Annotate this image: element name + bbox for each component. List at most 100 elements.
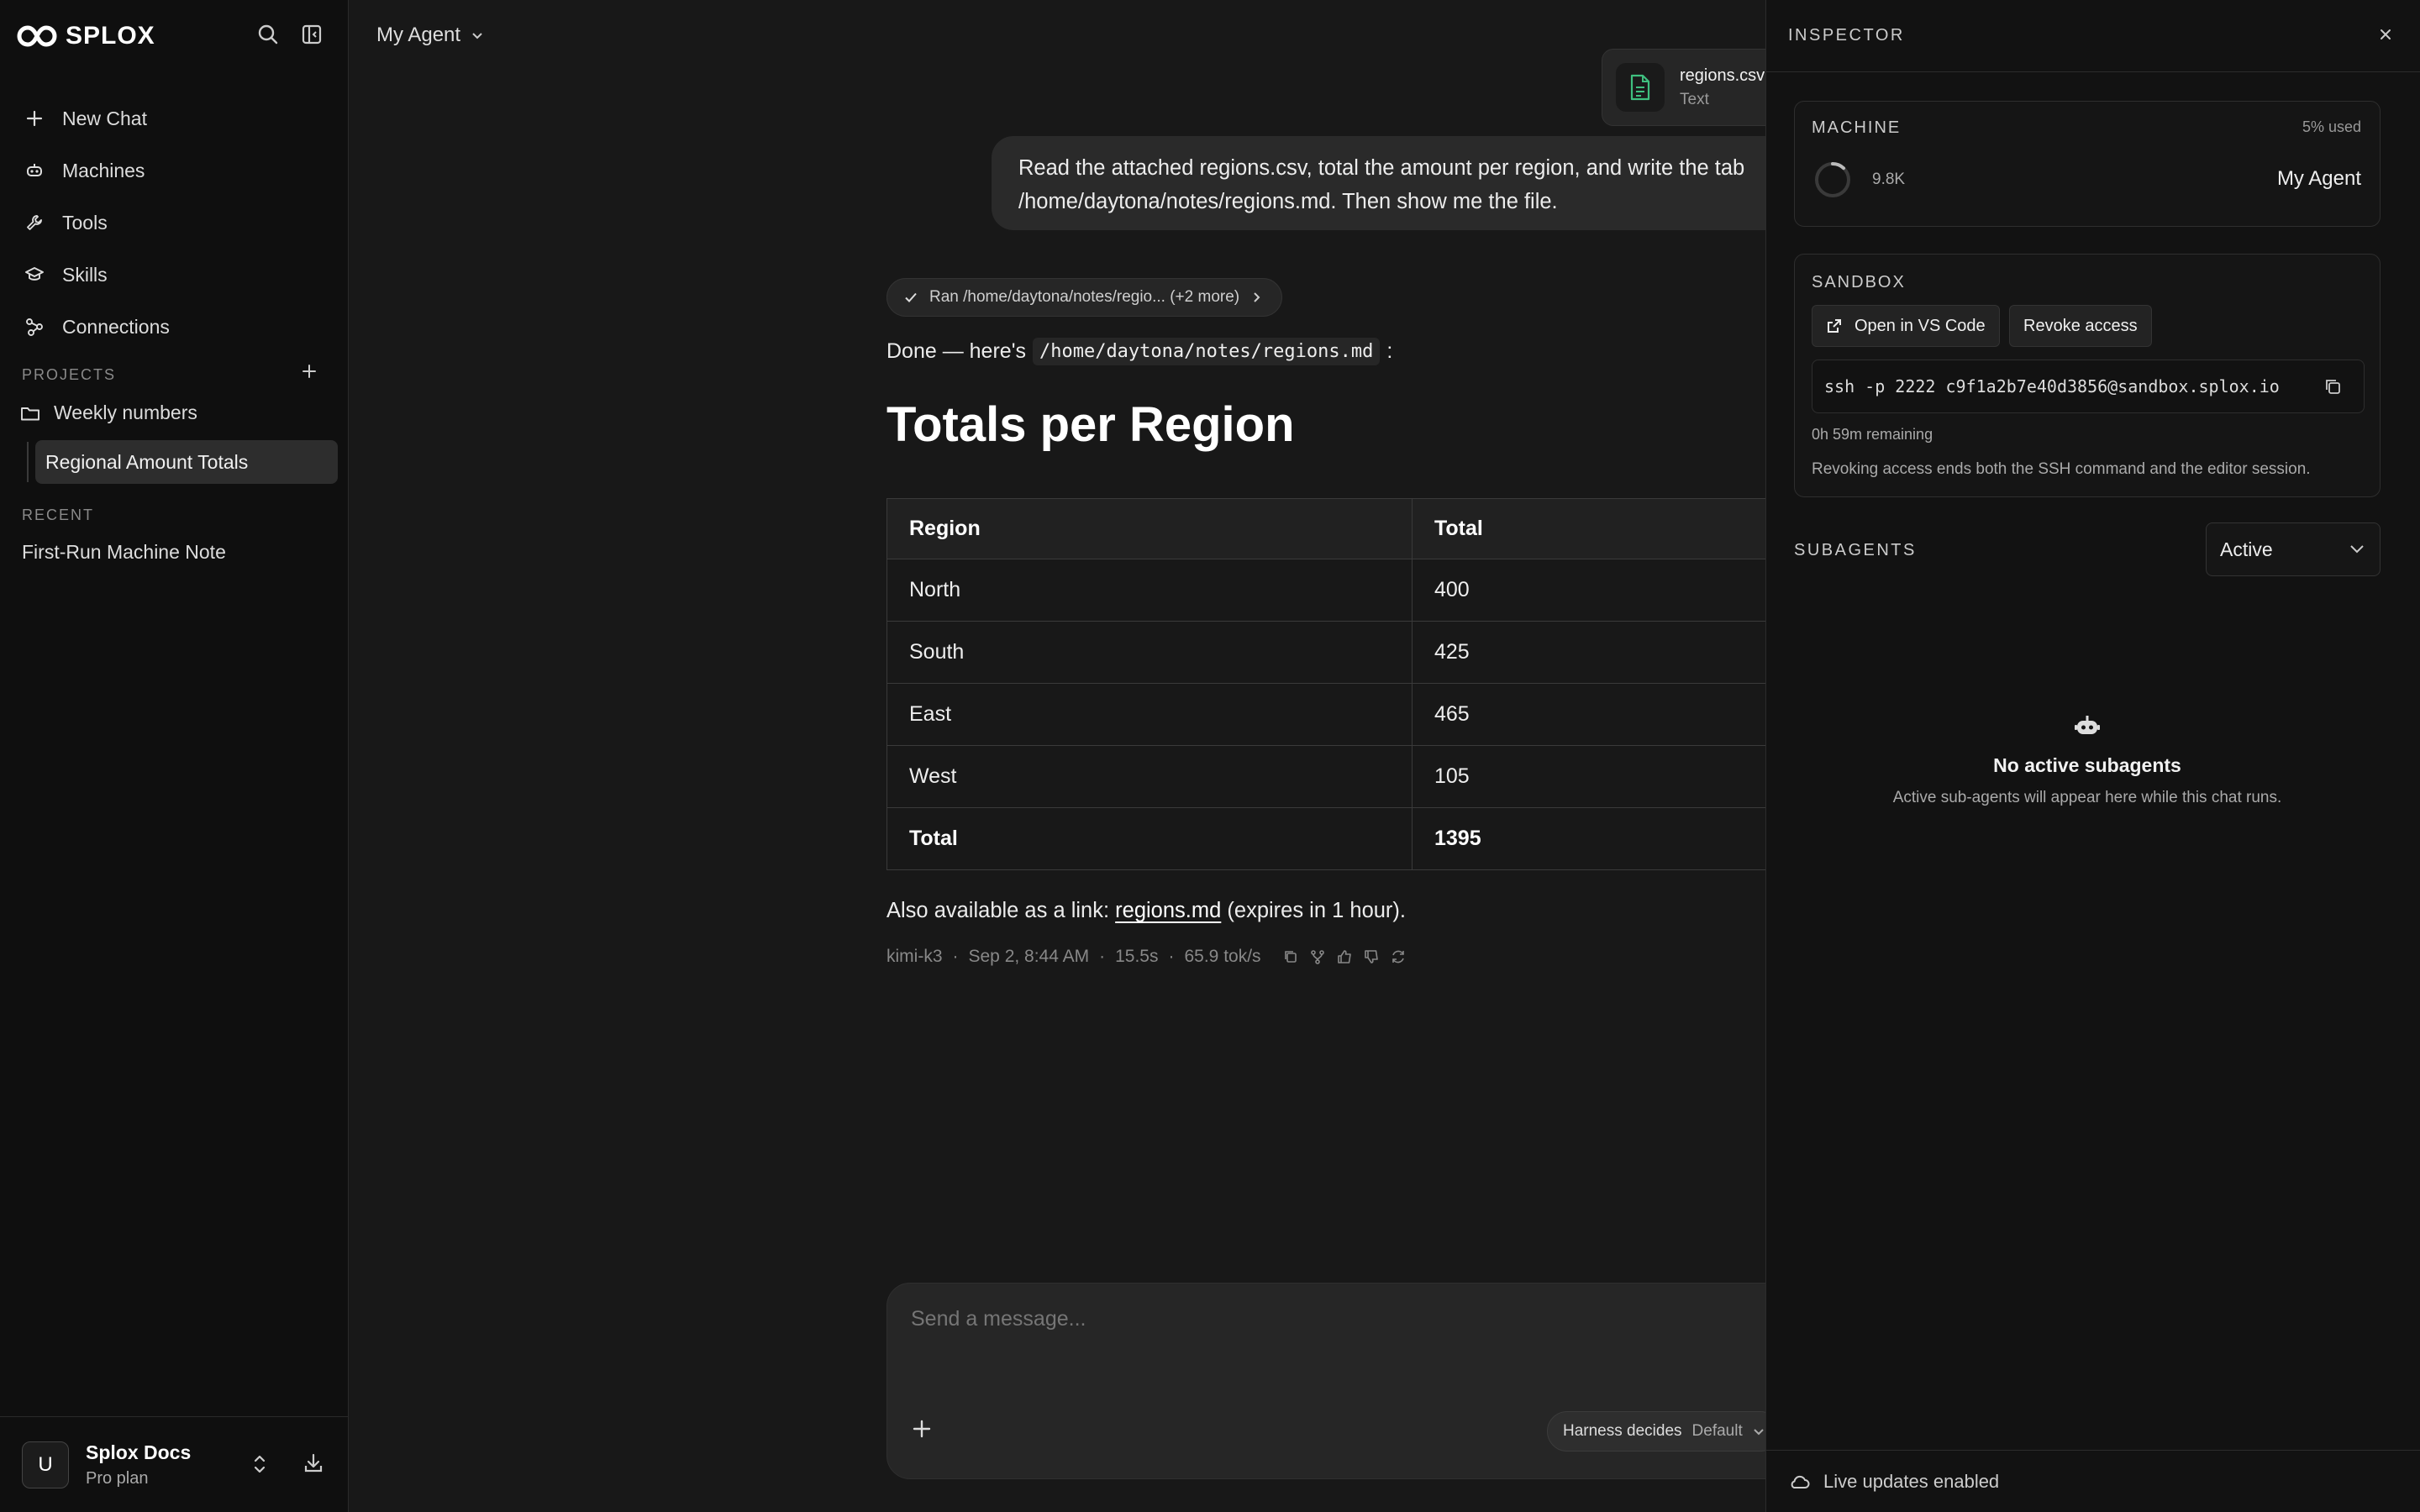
recent-chat-item[interactable]: First-Run Machine Note <box>22 541 226 564</box>
table-cell: Total <box>886 807 1413 870</box>
sidebar-item-machines[interactable]: Machines <box>0 144 349 197</box>
table-row: North 400 <box>886 559 1765 622</box>
message-meta: kimi-k3 · Sep 2, 8:44 AM · 15.5s · 65.9 … <box>886 947 1406 967</box>
copy-icon[interactable] <box>2323 377 2342 396</box>
table-cell: North <box>886 559 1413 622</box>
revoke-access-button[interactable]: Revoke access <box>2009 305 2152 347</box>
add-project-icon[interactable] <box>301 363 318 380</box>
chevron-up-down-icon[interactable] <box>251 1452 268 1476</box>
plus-icon <box>25 109 44 128</box>
sidebar-item-tools[interactable]: Tools <box>0 197 349 249</box>
intro-suffix: : <box>1386 339 1393 363</box>
open-vscode-label: Open in VS Code <box>1854 316 1986 335</box>
inline-code-path: /home/daytona/notes/regions.md <box>1032 338 1381 365</box>
download-icon[interactable] <box>303 1452 324 1476</box>
column-header: Total <box>1412 498 1765 559</box>
folder-icon <box>20 404 40 423</box>
empty-state-subtitle: Active sub-agents will appear here while… <box>1892 789 2282 806</box>
open-vscode-button[interactable]: Open in VS Code <box>1812 305 2000 347</box>
file-text-icon <box>1616 63 1665 112</box>
tree-line <box>27 442 29 482</box>
table-row: South 425 <box>886 621 1765 684</box>
add-attachment-icon[interactable] <box>911 1418 933 1440</box>
tool-run-pill[interactable]: Ran /home/daytona/notes/regio... (+2 mor… <box>886 278 1283 317</box>
project-chat-item[interactable]: Regional Amount Totals <box>35 440 338 484</box>
sidebar-item-label: New Chat <box>62 107 147 129</box>
chevron-right-icon <box>1251 291 1261 303</box>
table-cell: 425 <box>1412 621 1765 684</box>
live-updates-label: Live updates enabled <box>1823 1470 2000 1492</box>
file-link[interactable]: regions.md <box>1115 899 1221 922</box>
user-message-line: Read the attached regions.csv, total the… <box>1018 156 1745 180</box>
sidebar-item-new-chat[interactable]: New Chat <box>0 92 349 144</box>
thumbs-up-icon[interactable] <box>1337 949 1352 964</box>
message-speed: 65.9 tok/s <box>1184 947 1261 966</box>
chevron-down-icon <box>471 29 484 42</box>
account-name: Splox Docs <box>86 1441 192 1463</box>
regenerate-icon[interactable] <box>1391 949 1406 964</box>
attachment-type: Text <box>1680 90 1709 108</box>
table-row: West 105 <box>886 745 1765 808</box>
branch-icon[interactable] <box>1310 949 1325 964</box>
harness-selector[interactable]: Harness decides Default <box>1547 1411 1765 1452</box>
splox-logo-icon <box>17 25 57 47</box>
connections-icon <box>25 318 44 336</box>
robot-icon <box>1794 714 2381 738</box>
sidebar-item-label: Machines <box>62 159 145 181</box>
table-cell: East <box>886 683 1413 746</box>
revoke-access-label: Revoke access <box>2023 316 2138 335</box>
brand-logo[interactable]: SPLOX <box>17 22 155 50</box>
totals-table: Region Total North 400 South 425 East 46… <box>886 498 1765 870</box>
sidebar-item-skills[interactable]: Skills <box>0 249 349 301</box>
thumbs-down-icon[interactable] <box>1364 949 1379 964</box>
sandbox-label: SANDBOX <box>1812 273 1906 291</box>
message-composer: Harness decides Default <box>886 1283 1765 1479</box>
empty-state-title: No active subagents <box>1993 754 2181 776</box>
table-cell: West <box>886 745 1413 808</box>
table-header-row: Region Total <box>886 498 1765 559</box>
chevron-down-icon <box>2349 543 2365 555</box>
column-header: Region <box>886 498 1413 559</box>
collapse-sidebar-icon[interactable] <box>301 24 323 45</box>
close-icon[interactable] <box>2376 25 2395 44</box>
account-panel[interactable]: U Splox Docs Pro plan <box>0 1416 349 1512</box>
table-row: East 465 <box>886 683 1765 746</box>
external-link-icon <box>1826 318 1843 334</box>
message-duration: 15.5s <box>1115 947 1159 966</box>
usage-ring <box>1813 160 1852 199</box>
subagents-empty-state: No active subagents Active sub-agents wi… <box>1794 714 2381 807</box>
table-cell: 400 <box>1412 559 1765 622</box>
search-icon[interactable] <box>257 24 279 45</box>
agent-selector[interactable]: My Agent <box>376 24 484 47</box>
message-date: Sep 2, 8:44 AM <box>968 947 1090 966</box>
chat-main: My Agent regions.csv Text Read the attac… <box>349 0 1765 1512</box>
harness-label: Harness decides <box>1563 1422 1682 1440</box>
sidebar-item-label: Tools <box>62 211 108 234</box>
table-total-row: Total 1395 <box>886 807 1765 870</box>
table-cell: 105 <box>1412 745 1765 808</box>
ssh-command-field[interactable]: ssh -p 2222 c9f1a2b7e40d3856@sandbox.spl… <box>1812 360 2365 413</box>
markdown-heading: Totals per Region <box>886 397 1295 452</box>
cloud-icon <box>1788 1473 1810 1490</box>
message-input[interactable] <box>911 1307 1667 1331</box>
sidebar-nav: New Chat Machines Tools Skills Connectio… <box>0 92 349 353</box>
sidebar-item-label: Connections <box>62 315 170 338</box>
subagent-filter-select[interactable]: Active <box>2206 522 2381 576</box>
separator: · <box>952 947 959 966</box>
recent-label: RECENT <box>22 507 95 523</box>
user-message-line: /home/daytona/notes/regions.md. Then sho… <box>1018 190 1558 213</box>
table-cell: 1395 <box>1412 807 1765 870</box>
projects-label: PROJECTS <box>22 366 117 383</box>
assistant-intro: Done — here's /home/daytona/notes/region… <box>886 338 1392 365</box>
sandbox-card: SANDBOX Open in VS Code Revoke access ss… <box>1794 254 2381 497</box>
project-folder[interactable]: Weekly numbers <box>20 402 197 424</box>
machine-label: MACHINE <box>1812 118 1902 137</box>
live-updates-status: Live updates enabled <box>1766 1450 2420 1512</box>
sidebar-item-connections[interactable]: Connections <box>0 301 349 353</box>
graduation-cap-icon <box>25 265 44 284</box>
sidebar-item-label: Skills <box>62 263 108 286</box>
chevron-down-icon <box>1753 1425 1765 1437</box>
copy-icon[interactable] <box>1283 949 1298 964</box>
attachment-card[interactable]: regions.csv Text <box>1602 49 1765 126</box>
project-name: Weekly numbers <box>54 402 197 423</box>
